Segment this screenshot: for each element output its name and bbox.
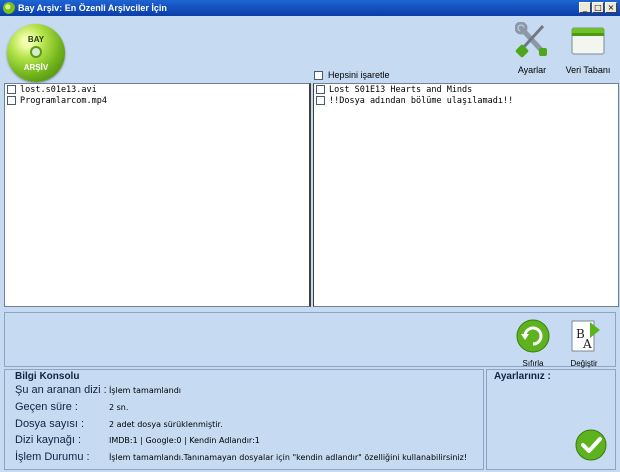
console-value: 2 adet dosya sürüklenmiştir. (109, 420, 223, 429)
settings-panel-title: Ayarlarınız : (494, 371, 551, 382)
settings-label: Ayarlar (517, 65, 547, 75)
rename-button[interactable]: B A Değiştir (562, 318, 606, 368)
file-checkbox[interactable] (7, 96, 16, 105)
console-value: İşlem tamamlandı.Tanınamayan dosyalar iç… (109, 453, 468, 462)
action-bar: Sıfırla B A Değiştir (4, 312, 616, 368)
logo-text-top: BAY (27, 35, 45, 44)
console-row: Geçen süre : 2 sn. (15, 401, 128, 413)
console-key: Dizi kaynağı : (15, 434, 82, 446)
console-title: Bilgi Konsolu (15, 371, 80, 382)
logo-center (30, 46, 42, 58)
console-value: İşlem tamamlandı (109, 386, 182, 395)
console-row: Dosya sayısı : 2 adet dosya sürüklenmişt… (15, 418, 223, 430)
list-item[interactable]: Lost S01E13 Hearts and Minds (314, 84, 618, 95)
database-label: Veri Tabanı (565, 65, 611, 75)
svg-text:A: A (582, 337, 592, 351)
window-icon (571, 27, 605, 55)
settings-panel: Ayarlarınız : (486, 369, 616, 470)
database-button[interactable]: Veri Tabanı (563, 22, 613, 75)
info-console: Bilgi Konsolu Şu an aranan dizi : İşlem … (4, 369, 484, 470)
console-row: İşlem Durumu : İşlem tamamlandı.Tanınama… (15, 451, 467, 463)
settings-button[interactable]: Ayarlar (507, 21, 557, 75)
console-key: İşlem Durumu : (15, 451, 90, 463)
ok-checkmark-icon[interactable] (575, 429, 607, 461)
proposed-name: Lost S01E13 Hearts and Minds (329, 84, 473, 95)
maximize-button[interactable]: □ (592, 2, 604, 13)
list-item[interactable]: !!Dosya adından bölüme ulaşılamadı!! (314, 95, 618, 106)
console-row: Şu an aranan dizi : İşlem tamamlandı (15, 384, 181, 396)
console-value: IMDB:1 | Google:0 | Kendin Adlandır:1 (109, 436, 260, 445)
window-title: Bay Arşiv: En Özenli Arşivciler İçin (18, 3, 167, 13)
console-value: 2 sn. (109, 403, 129, 412)
title-bar: Bay Arşiv: En Özenli Arşivciler İçin _ □… (0, 0, 620, 16)
console-row: Dizi kaynağı : IMDB:1 | Google:0 | Kendi… (15, 434, 260, 446)
minimize-button[interactable]: _ (579, 2, 591, 13)
toolbar: BAY ARŞİV Ayarlar Veri Tabanı (0, 16, 620, 83)
proposed-name: !!Dosya adından bölüme ulaşılamadı!! (329, 95, 514, 106)
list-item[interactable]: lost.s01e13.avi (5, 84, 309, 95)
reset-button[interactable]: Sıfırla (511, 318, 555, 368)
rename-document-icon: B A (571, 320, 600, 352)
rename-label: Değiştir (570, 359, 598, 368)
app-icon (3, 2, 15, 14)
reset-label: Sıfırla (522, 359, 544, 368)
proposed-checkbox[interactable] (316, 85, 325, 94)
proposed-checkbox[interactable] (316, 96, 325, 105)
file-name: lost.s01e13.avi (20, 84, 97, 95)
source-file-list[interactable]: lost.s01e13.avi Programlarcom.mp4 (4, 83, 311, 307)
check-all-control[interactable]: Hepsini işaretle (314, 70, 390, 80)
logo-text-bottom: ARŞİV (23, 63, 49, 72)
proposed-name-list[interactable]: Lost S01E13 Hearts and Minds !!Dosya adı… (313, 83, 619, 307)
close-button[interactable]: × (605, 2, 617, 13)
refresh-icon (516, 319, 550, 353)
console-key: Şu an aranan dizi : (15, 384, 107, 396)
cd-disc-icon: BAY ARŞİV (7, 24, 65, 82)
console-key: Dosya sayısı : (15, 418, 85, 430)
check-all-label: Hepsini işaretle (328, 70, 390, 80)
file-name: Programlarcom.mp4 (20, 95, 107, 106)
console-key: Geçen süre : (15, 401, 78, 413)
list-item[interactable]: Programlarcom.mp4 (5, 95, 309, 106)
check-all-checkbox[interactable] (314, 70, 323, 80)
wrench-screwdriver-icon (514, 21, 547, 58)
file-checkbox[interactable] (7, 85, 16, 94)
window-controls: _ □ × (579, 2, 617, 13)
